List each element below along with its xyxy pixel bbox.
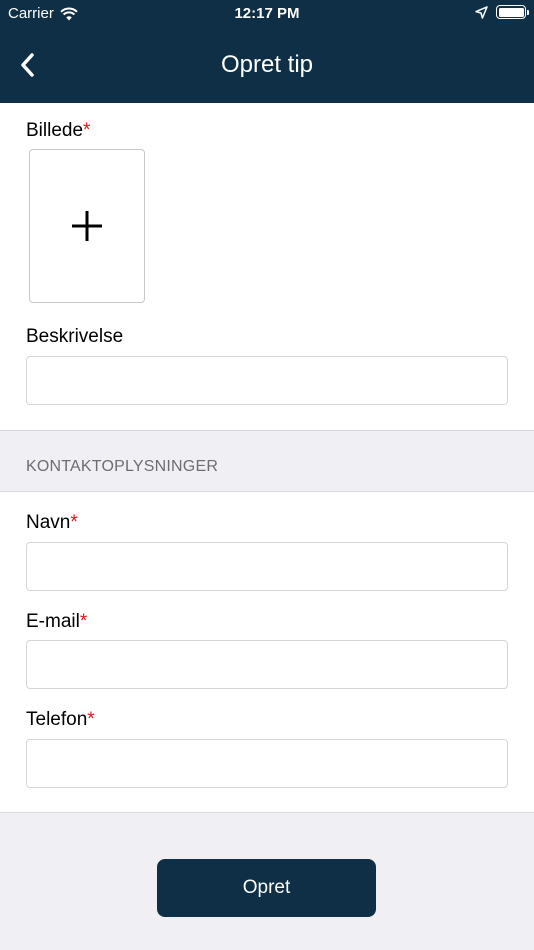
contact-section-header: KONTAKTOPLYSNINGER	[26, 458, 219, 475]
status-indicators	[475, 5, 529, 19]
phone-label-text: Telefon	[26, 709, 88, 730]
chevron-left-icon	[21, 53, 34, 77]
tip-details-section: Billede* Beskrivelse	[0, 103, 534, 431]
phone-label: Telefon*	[26, 709, 95, 731]
status-carrier-group: Carrier	[8, 5, 78, 22]
page-title: Opret tip	[220, 51, 314, 78]
description-label: Beskrivelse	[26, 326, 124, 347]
battery-full-icon	[496, 5, 529, 19]
wifi-icon	[60, 7, 78, 20]
name-input[interactable]	[26, 542, 508, 591]
required-asterisk: *	[79, 611, 88, 632]
carrier-label: Carrier	[8, 5, 54, 22]
email-label: E-mail*	[26, 611, 87, 633]
phone-input[interactable]	[26, 739, 508, 788]
battery-level	[498, 7, 524, 17]
app-header: Carrier 12:17 PM Opret tip	[0, 0, 534, 103]
name-label: Navn*	[26, 512, 78, 534]
location-arrow-icon	[475, 5, 488, 19]
status-time: 12:17 PM	[234, 5, 300, 22]
status-bar: Carrier 12:17 PM	[0, 0, 534, 28]
back-button[interactable]	[12, 50, 42, 80]
add-image-button[interactable]	[29, 149, 145, 303]
contact-section: Navn* E-mail* Telefon*	[0, 491, 534, 813]
name-label-text: Navn	[26, 512, 71, 533]
required-asterisk: *	[83, 120, 91, 141]
description-input[interactable]	[26, 356, 508, 405]
required-asterisk: *	[87, 709, 95, 730]
submit-button[interactable]: Opret	[157, 859, 376, 917]
email-input[interactable]	[26, 640, 508, 689]
image-label-text: Billede	[26, 120, 84, 141]
image-label: Billede*	[26, 120, 90, 142]
required-asterisk: *	[70, 512, 78, 533]
plus-icon	[72, 211, 102, 241]
email-label-text: E-mail	[26, 611, 80, 632]
